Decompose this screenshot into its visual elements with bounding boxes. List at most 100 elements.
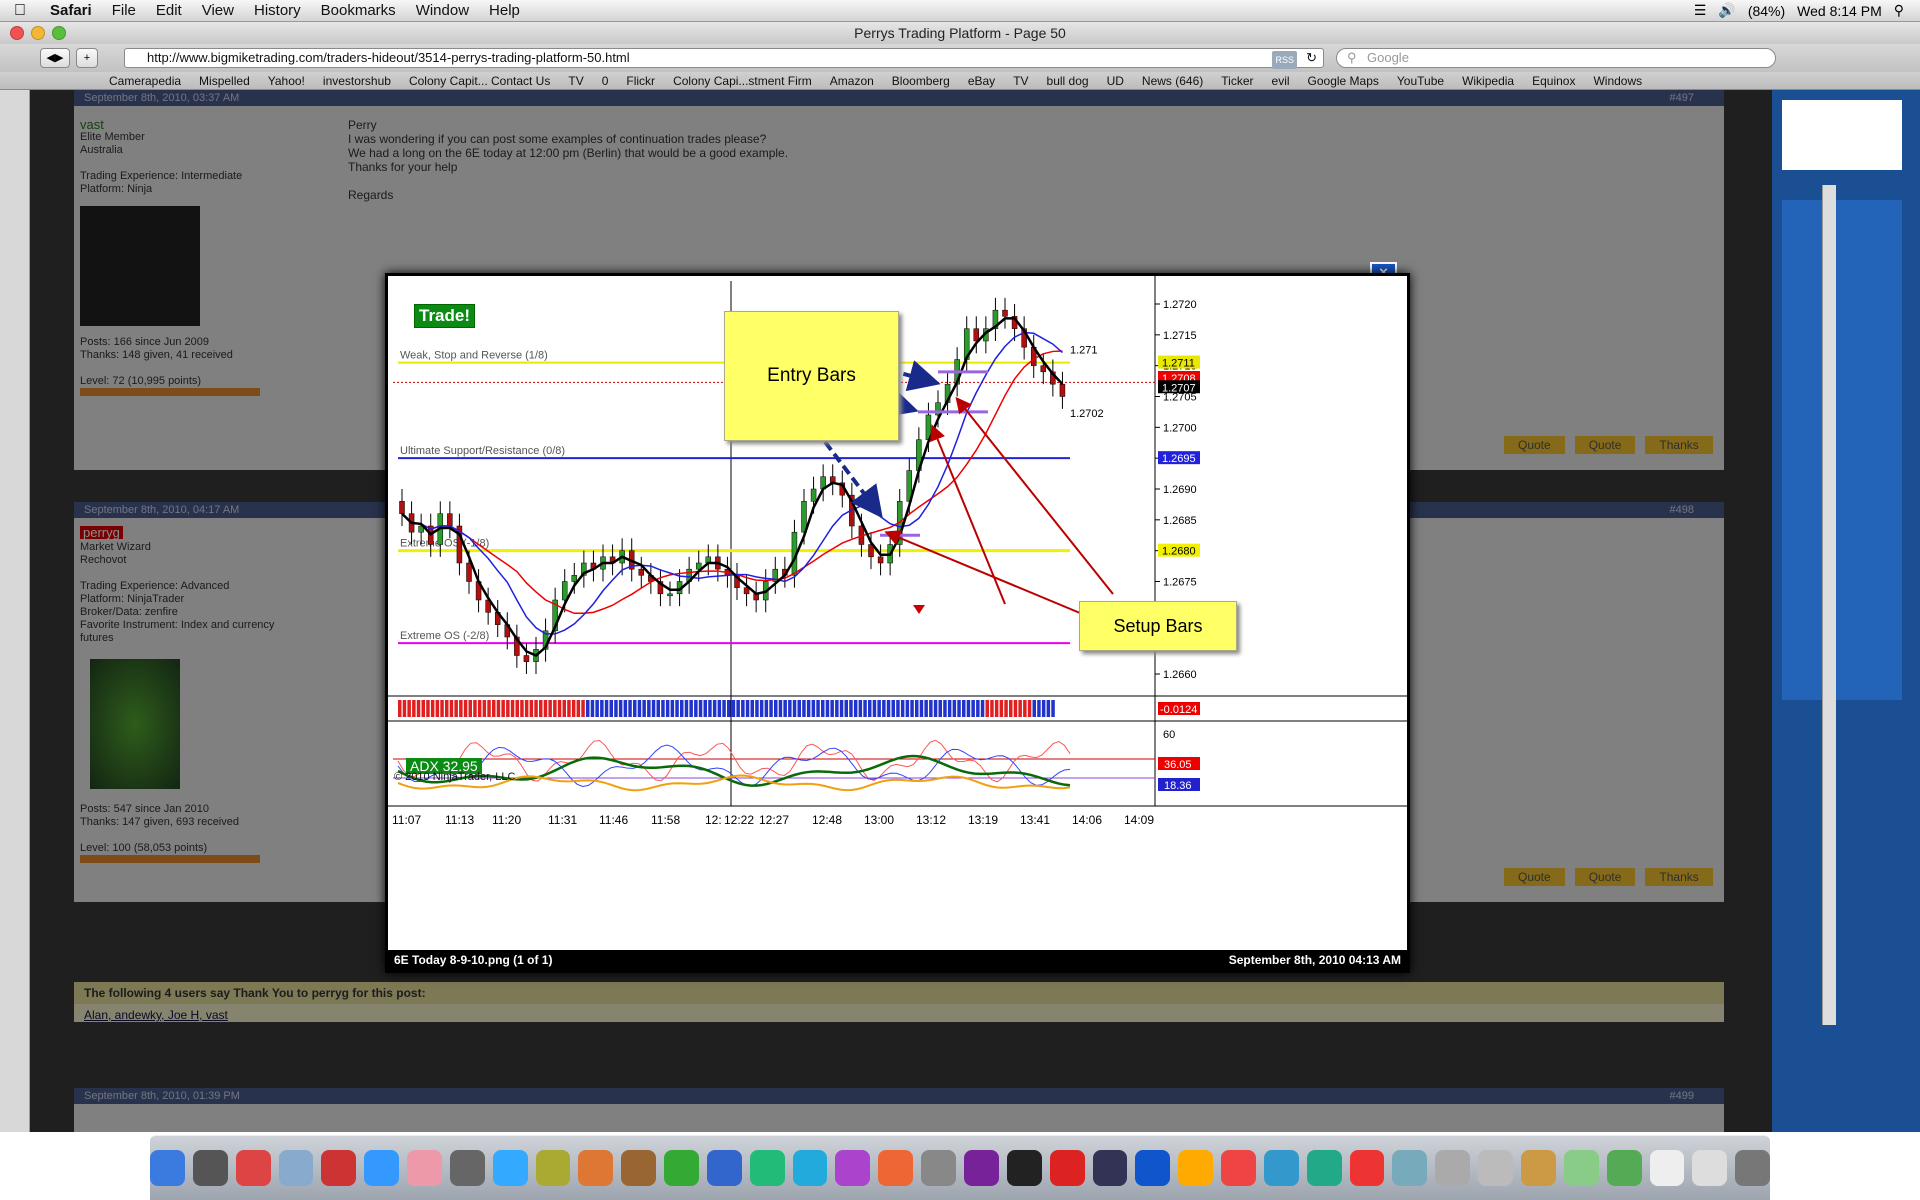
dock-app-icon[interactable] <box>1649 1150 1685 1186</box>
dock-app-icon[interactable] <box>664 1150 699 1186</box>
dock-app-icon[interactable] <box>278 1150 314 1186</box>
dock-app-icon[interactable] <box>149 1150 185 1186</box>
bookmark-item[interactable]: 0 <box>593 74 618 88</box>
dock-app-icon[interactable] <box>1563 1150 1599 1186</box>
dock-app-icon[interactable] <box>1049 1150 1085 1186</box>
spotlight-icon[interactable]: ⚲ <box>1894 2 1904 19</box>
bookmark-item[interactable]: eBay <box>959 74 1004 88</box>
back-forward-button[interactable]: ◀▶ <box>40 48 70 68</box>
scrollbar[interactable] <box>1822 185 1836 1025</box>
dock-app-icon[interactable] <box>835 1150 871 1186</box>
dock-app-icon[interactable] <box>321 1150 357 1186</box>
time-tick-label: 13:12 <box>916 813 946 827</box>
dock-app-icon[interactable] <box>235 1150 271 1186</box>
bookmark-item[interactable]: investorshub <box>314 74 400 88</box>
dock-app-icon[interactable] <box>964 1150 999 1186</box>
dock-app-icon[interactable] <box>1349 1150 1385 1186</box>
bookmark-item[interactable]: Bloomberg <box>883 74 959 88</box>
dock-app-icon[interactable] <box>792 1150 828 1186</box>
bookmark-item[interactable]: Colony Capit... Contact Us <box>400 74 559 88</box>
color-bar-segment <box>966 700 971 717</box>
dock-app-icon[interactable] <box>192 1150 228 1186</box>
candle-body <box>810 488 817 502</box>
rss-badge[interactable]: RSS <box>1272 51 1297 69</box>
time-tick-label: 11:31 <box>548 813 577 827</box>
color-bar-segment <box>731 700 736 717</box>
bookmark-item[interactable]: Equinox <box>1523 74 1584 88</box>
dock-app-icon[interactable] <box>1006 1150 1042 1186</box>
bookmark-item[interactable]: Windows <box>1584 74 1651 88</box>
dock-app-icon[interactable] <box>1478 1150 1513 1186</box>
dock-app-icon[interactable] <box>535 1150 571 1186</box>
dock-app-icon[interactable] <box>578 1150 614 1186</box>
level-label: Ultimate Support/Resistance (0/8) <box>400 445 565 457</box>
bookmark-item[interactable]: YouTube <box>1388 74 1453 88</box>
dock-app-icon[interactable] <box>1392 1150 1428 1186</box>
dock-app-icon[interactable] <box>1221 1150 1256 1186</box>
volume-icon[interactable]: 🔊 <box>1718 2 1735 19</box>
bookmark-item[interactable]: Mispelled <box>190 74 259 88</box>
dock-app-icon[interactable] <box>407 1150 442 1186</box>
entry-bars-note: Entry Bars <box>724 311 899 441</box>
search-field[interactable]: ⚲ Google <box>1336 48 1776 68</box>
bookmark-item[interactable]: Flickr <box>617 74 664 88</box>
dock-app-icon[interactable] <box>706 1150 742 1186</box>
menu-edit[interactable]: Edit <box>146 2 192 19</box>
level-tag-value: 1.2711 <box>1162 358 1195 370</box>
minimize-window-icon[interactable] <box>31 26 45 40</box>
color-bar-segment <box>628 700 632 717</box>
time-tick-label: 11:07 <box>392 813 421 827</box>
battery-status[interactable]: (84%) <box>1748 3 1785 19</box>
dock-app-icon[interactable] <box>749 1150 785 1186</box>
time-tick-label: 13:41 <box>1020 813 1050 827</box>
osc-tick-label: 60 <box>1163 729 1175 741</box>
menu-view[interactable]: View <box>192 2 244 19</box>
bookmark-item[interactable]: Google Maps <box>1299 74 1388 88</box>
color-bar-segment <box>501 700 505 717</box>
dock-app-icon[interactable] <box>1178 1150 1214 1186</box>
dock-app-icon[interactable] <box>1692 1150 1728 1186</box>
close-window-icon[interactable] <box>10 26 24 40</box>
bookmark-item[interactable]: News (646) <box>1133 74 1212 88</box>
menu-history[interactable]: History <box>244 2 311 19</box>
dock-app-icon[interactable] <box>449 1150 485 1186</box>
apple-menu-icon[interactable]:  <box>0 2 40 20</box>
dock-app-icon[interactable] <box>1092 1150 1128 1186</box>
dock-app-icon[interactable] <box>921 1150 956 1186</box>
add-bookmark-button[interactable]: + <box>76 48 98 68</box>
reload-icon[interactable]: ↻ <box>1306 49 1317 67</box>
bookmark-item[interactable]: Ticker <box>1212 74 1262 88</box>
bookmark-item[interactable]: UD <box>1098 74 1133 88</box>
dock-app-icon[interactable] <box>878 1150 914 1186</box>
bookmark-item[interactable]: Amazon <box>821 74 883 88</box>
dock-app-icon[interactable] <box>1306 1150 1342 1186</box>
bookmark-item[interactable]: Wikipedia <box>1453 74 1523 88</box>
dock-app-icon[interactable] <box>1435 1150 1471 1186</box>
dock-app-icon[interactable] <box>364 1150 400 1186</box>
dock-app-icon[interactable] <box>1263 1150 1299 1186</box>
dock-app-icon[interactable] <box>621 1150 657 1186</box>
bookmark-item[interactable]: TV <box>559 74 592 88</box>
color-bar-segment <box>839 700 844 717</box>
bookmark-item[interactable]: evil <box>1263 74 1299 88</box>
clock[interactable]: Wed 8:14 PM <box>1797 3 1882 19</box>
dock-app-icon[interactable] <box>1735 1150 1771 1186</box>
dock-app-icon[interactable] <box>1606 1150 1642 1186</box>
wifi-icon[interactable]: ☰ <box>1694 2 1707 19</box>
bookmark-item[interactable]: TV <box>1004 74 1037 88</box>
color-bar-segment <box>581 700 585 717</box>
dock-app-icon[interactable] <box>1135 1150 1171 1186</box>
zoom-window-icon[interactable] <box>52 26 66 40</box>
menu-app[interactable]: Safari <box>40 2 102 19</box>
bookmark-item[interactable]: bull dog <box>1038 74 1098 88</box>
menu-file[interactable]: File <box>102 2 146 19</box>
bookmark-item[interactable]: Colony Capi...stment Firm <box>664 74 821 88</box>
dock-app-icon[interactable] <box>492 1150 528 1186</box>
menu-bookmarks[interactable]: Bookmarks <box>311 2 406 19</box>
menu-window[interactable]: Window <box>406 2 479 19</box>
menu-help[interactable]: Help <box>479 2 530 19</box>
url-field[interactable]: http://www.bigmiketrading.com/traders-hi… <box>124 48 1324 69</box>
dock-app-icon[interactable] <box>1520 1150 1556 1186</box>
bookmark-item[interactable]: Camerapedia <box>100 74 190 88</box>
bookmark-item[interactable]: Yahoo! <box>259 74 314 88</box>
